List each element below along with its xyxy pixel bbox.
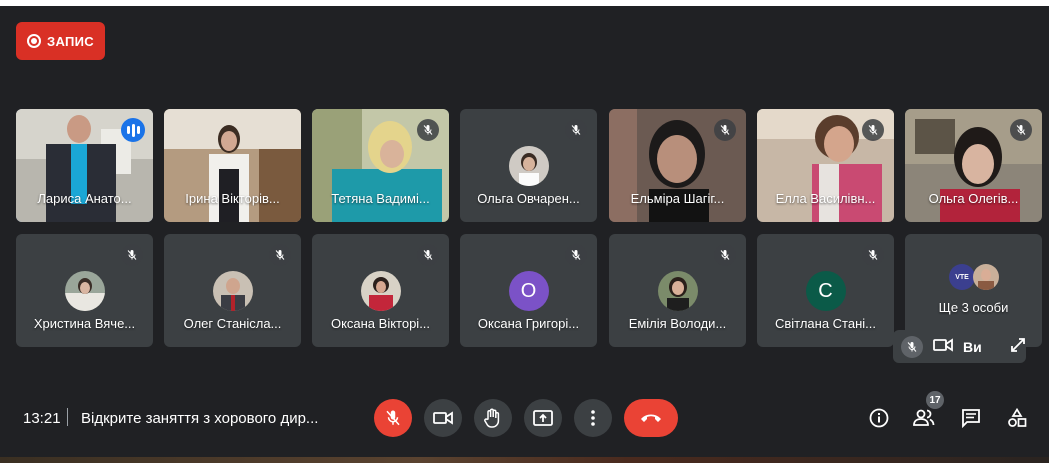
recording-indicator: ЗАПИС — [16, 22, 105, 60]
participant-name: Олег Станісла... — [183, 316, 282, 331]
more-vert-icon — [591, 410, 595, 426]
mic-off-icon — [1010, 119, 1032, 141]
participant-tile[interactable]: Ельміра Шагіг... — [609, 109, 746, 222]
record-icon — [27, 34, 42, 48]
participant-tile[interactable]: С Світлана Стані... — [757, 234, 894, 347]
participant-name: Тетяна Вадимі... — [331, 191, 430, 206]
participant-name: Емілія Володи... — [628, 316, 727, 331]
participant-tile[interactable]: Емілія Володи... — [609, 234, 746, 347]
participant-avatar — [508, 146, 549, 186]
mic-off-icon — [417, 244, 439, 266]
participant-tile[interactable]: Лариса Анато... — [16, 109, 153, 222]
self-mic-off-icon[interactable] — [901, 335, 923, 358]
participant-name: Ольга Олегів... — [928, 191, 1019, 206]
hand-icon — [484, 408, 500, 428]
participant-name: Оксана Вікторі... — [330, 316, 431, 331]
mic-off-icon — [714, 244, 736, 266]
info-icon — [869, 408, 889, 428]
hangup-icon — [641, 414, 661, 422]
meeting-title: Відкрите заняття з хорового дир... — [81, 410, 319, 427]
self-view-bar: Ви — [893, 330, 1026, 363]
participant-name: Світлана Стані... — [774, 316, 877, 331]
more-participants-label: Ще 3 особи — [938, 300, 1009, 315]
participant-tile[interactable]: Ірина Вікторів... — [164, 109, 301, 222]
activities-button[interactable] — [1004, 405, 1030, 431]
leave-call-button[interactable] — [624, 399, 678, 437]
speaking-indicator-icon — [121, 118, 145, 142]
mic-off-icon — [269, 244, 291, 266]
chat-button[interactable] — [958, 405, 984, 431]
mic-off-icon — [417, 119, 439, 141]
participant-tile[interactable]: Христина Вяче... — [16, 234, 153, 347]
participant-name: Лариса Анато... — [37, 191, 132, 206]
participant-tile[interactable]: Тетяна Вадимі... — [312, 109, 449, 222]
window-top-edge — [0, 0, 1049, 6]
participant-avatar — [64, 271, 105, 311]
participant-avatar — [212, 271, 253, 311]
avatar-initial: С — [818, 279, 833, 302]
participant-name: Ольга Овчарен... — [477, 191, 580, 206]
more-options-button[interactable] — [574, 399, 612, 437]
participant-name: Елла Василівн... — [775, 191, 876, 206]
participant-tile[interactable]: Олег Станісла... — [164, 234, 301, 347]
mic-off-icon — [121, 244, 143, 266]
activities-icon — [1008, 408, 1027, 427]
meeting-details-button[interactable] — [866, 405, 892, 431]
participant-name: Ірина Вікторів... — [185, 191, 280, 206]
participant-tile[interactable]: О Оксана Григорі... — [460, 234, 597, 347]
mic-off-icon — [862, 244, 884, 266]
participant-avatar: С — [805, 271, 846, 311]
self-camera-off-icon[interactable] — [933, 338, 953, 355]
more-avatar-1: VTE — [949, 264, 975, 290]
avatar-initial: О — [520, 279, 537, 302]
divider — [67, 408, 68, 426]
participant-name: Христина Вяче... — [33, 316, 136, 331]
participant-avatar — [657, 271, 698, 311]
more-avatar-text: VTE — [955, 273, 969, 281]
self-view-label: Ви — [963, 338, 982, 355]
people-icon — [913, 409, 935, 426]
mic-off-icon — [565, 119, 587, 141]
camera-toggle-button[interactable] — [424, 399, 462, 437]
participant-avatar — [360, 271, 401, 311]
participant-tile[interactable]: Ольга Олегів... — [905, 109, 1042, 222]
present-icon — [533, 410, 553, 426]
recording-label: ЗАПИС — [47, 33, 94, 49]
mic-off-icon — [862, 119, 884, 141]
participant-name: Оксана Григорі... — [477, 316, 580, 331]
mic-off-icon — [714, 119, 736, 141]
chat-icon — [962, 409, 980, 428]
participant-avatar: О — [508, 271, 549, 311]
mic-toggle-button[interactable] — [374, 399, 412, 437]
expand-icon[interactable] — [1010, 337, 1026, 356]
mic-off-icon — [386, 410, 400, 426]
camera-icon — [433, 411, 453, 425]
meeting-time: 13:21 — [23, 410, 61, 427]
people-button[interactable] — [911, 405, 937, 431]
present-screen-button[interactable] — [524, 399, 562, 437]
more-avatar-2 — [973, 264, 999, 290]
mic-off-icon — [565, 244, 587, 266]
participant-tile[interactable]: Ольга Овчарен... — [460, 109, 597, 222]
participant-tile[interactable]: Елла Василівн... — [757, 109, 894, 222]
window-bottom-edge — [0, 457, 1049, 463]
participant-tile[interactable]: Оксана Вікторі... — [312, 234, 449, 347]
participant-name: Ельміра Шагіг... — [630, 191, 725, 206]
raise-hand-button[interactable] — [474, 399, 512, 437]
